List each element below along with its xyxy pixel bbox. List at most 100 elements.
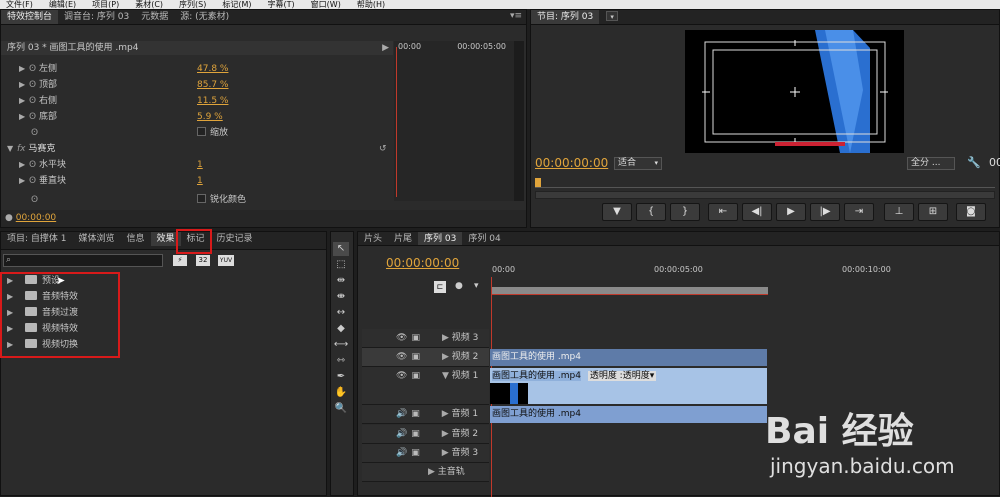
collapse-icon[interactable]: ▼: [442, 371, 449, 381]
menu-marker[interactable]: 标记(M): [222, 0, 251, 9]
stopwatch-icon[interactable]: ʘ: [29, 112, 36, 122]
tab-sequence-03[interactable]: 序列 03: [418, 232, 463, 245]
expand-icon[interactable]: ▶: [442, 429, 449, 439]
stopwatch-icon[interactable]: ʘ: [29, 160, 36, 170]
go-to-out-button[interactable]: ⇥: [844, 203, 874, 221]
program-scroll[interactable]: [535, 191, 995, 199]
hand-tool-icon[interactable]: ✋: [333, 386, 349, 400]
effect-scrollbar[interactable]: [514, 41, 524, 201]
marker-icon[interactable]: ●: [455, 281, 463, 291]
tab-audio-mixer[interactable]: 调音台: 序列 03: [58, 10, 135, 24]
panel-menu-icon[interactable]: ▾≡: [510, 11, 522, 21]
expand-icon[interactable]: ▶: [442, 448, 449, 458]
stopwatch-icon[interactable]: ʘ: [29, 96, 36, 106]
fx-prop-value-v[interactable]: 1: [197, 176, 203, 186]
track-select-tool-icon[interactable]: ⬚: [333, 258, 349, 272]
tab-project[interactable]: 项目: 自撑体 1: [1, 232, 72, 246]
scale-checkbox[interactable]: [197, 127, 206, 136]
fx-prop-value-h[interactable]: 1: [197, 160, 203, 170]
tab-metadata[interactable]: 元数据: [135, 10, 174, 24]
clip-video-2[interactable]: 画图工具的使用 .mp4: [490, 349, 767, 366]
lock-icon[interactable]: ▣: [411, 352, 420, 362]
speaker-icon[interactable]: 🔊: [396, 409, 407, 419]
menu-edit[interactable]: 编辑(E): [49, 0, 76, 9]
stopwatch-icon[interactable]: ʘ: [31, 128, 38, 138]
stopwatch-icon[interactable]: ʘ: [31, 195, 38, 205]
program-dropdown-icon[interactable]: ▾: [606, 11, 619, 21]
expand-icon[interactable]: ▶: [442, 333, 449, 343]
razor-tool-icon[interactable]: ◆: [333, 322, 349, 336]
play-only-icon[interactable]: ▶: [382, 41, 389, 55]
mini-playhead[interactable]: [396, 47, 397, 197]
export-frame-button[interactable]: ◙: [956, 203, 986, 221]
sharpen-checkbox[interactable]: [197, 194, 206, 203]
tab-info[interactable]: 信息: [121, 232, 151, 246]
lock-icon[interactable]: ▣: [411, 448, 420, 458]
eye-icon[interactable]: 👁: [396, 352, 407, 362]
fx-icon[interactable]: fx: [17, 144, 26, 154]
expand-icon[interactable]: ▶: [428, 467, 435, 477]
prop-value-left[interactable]: 47.8 %: [197, 64, 228, 74]
mark-in-button[interactable]: {: [636, 203, 666, 221]
slide-tool-icon[interactable]: ⇿: [333, 354, 349, 368]
program-timecode[interactable]: 00:00:00:00: [535, 156, 608, 170]
tab-source[interactable]: 源: (无素材): [174, 10, 235, 24]
program-playhead[interactable]: [535, 178, 541, 187]
clip-video-1[interactable]: 画图工具的使用 .mp4 透明度 :透明度▾: [490, 368, 767, 404]
timeline-timecode[interactable]: 00:00:00:00: [386, 256, 459, 270]
menu-clip[interactable]: 素材(C): [135, 0, 163, 9]
eye-icon[interactable]: 👁: [396, 371, 407, 381]
wrench-icon[interactable]: 🔧: [967, 156, 981, 169]
menu-project[interactable]: 项目(P): [92, 0, 119, 9]
menu-sequence[interactable]: 序列(S): [179, 0, 206, 9]
32bit-filter-icon[interactable]: 32: [196, 255, 210, 266]
reset-icon[interactable]: ↺: [379, 141, 387, 157]
rolling-edit-tool-icon[interactable]: ⇼: [333, 290, 349, 304]
quality-dropdown[interactable]: 全分 ...: [907, 157, 955, 170]
menu-window[interactable]: 窗口(W): [311, 0, 341, 9]
play-button[interactable]: ▶: [776, 203, 806, 221]
prop-value-bottom[interactable]: 5.9 %: [197, 112, 223, 122]
speaker-icon[interactable]: 🔊: [396, 429, 407, 439]
yuv-filter-icon[interactable]: YUV: [218, 255, 234, 266]
ripple-edit-tool-icon[interactable]: ⇹: [333, 274, 349, 288]
tab-outro[interactable]: 片尾: [388, 232, 418, 245]
selection-tool-icon[interactable]: ↖: [333, 242, 349, 256]
effects-search-input[interactable]: ⌕: [3, 254, 163, 267]
expand-icon[interactable]: ▶: [442, 409, 449, 419]
add-marker-button[interactable]: ▼: [602, 203, 632, 221]
eye-icon[interactable]: 👁: [396, 333, 407, 343]
clip-fx-dropdown[interactable]: 透明度 :透明度▾: [587, 371, 657, 381]
stopwatch-icon[interactable]: ʘ: [29, 80, 36, 90]
tab-media-browser[interactable]: 媒体浏览: [72, 232, 120, 246]
menu-title[interactable]: 字幕(T): [268, 0, 295, 9]
clip-audio-1[interactable]: 画图工具的使用 .mp4: [490, 406, 767, 423]
speaker-icon[interactable]: 🔊: [396, 448, 407, 458]
tab-effect-controls[interactable]: 特效控制台: [1, 10, 59, 24]
zoom-tool-icon[interactable]: 🔍: [333, 402, 349, 416]
step-forward-button[interactable]: |▶: [810, 203, 840, 221]
tab-intro[interactable]: 片头: [358, 232, 388, 245]
pen-tool-icon[interactable]: ✒: [333, 370, 349, 384]
tab-sequence-04[interactable]: 序列 04: [462, 232, 506, 245]
prop-value-top[interactable]: 85.7 %: [197, 80, 228, 90]
lock-icon[interactable]: ▣: [411, 409, 420, 419]
go-to-in-button[interactable]: ⇤: [708, 203, 738, 221]
accel-filter-icon[interactable]: ⚡: [173, 255, 187, 266]
fit-dropdown[interactable]: 适合 ▾: [614, 157, 662, 170]
prop-value-right[interactable]: 11.5 %: [197, 96, 228, 106]
lock-icon[interactable]: ▣: [411, 429, 420, 439]
program-timeline-bar[interactable]: [535, 178, 995, 188]
lock-icon[interactable]: ▣: [411, 371, 420, 381]
snap-icon[interactable]: ⊏: [434, 281, 446, 293]
stopwatch-icon[interactable]: ʘ: [29, 176, 36, 186]
slip-tool-icon[interactable]: ⟷: [333, 338, 349, 352]
mark-out-button[interactable]: }: [670, 203, 700, 221]
tab-program[interactable]: 节目: 序列 03: [531, 10, 600, 24]
lock-icon[interactable]: ▣: [411, 333, 420, 343]
rate-stretch-tool-icon[interactable]: ↔: [333, 306, 349, 320]
effect-timecode[interactable]: 00:00:00: [16, 213, 56, 223]
work-area-bar[interactable]: [491, 287, 768, 295]
stopwatch-icon[interactable]: ʘ: [29, 64, 36, 74]
expand-icon[interactable]: ▶: [442, 352, 449, 362]
